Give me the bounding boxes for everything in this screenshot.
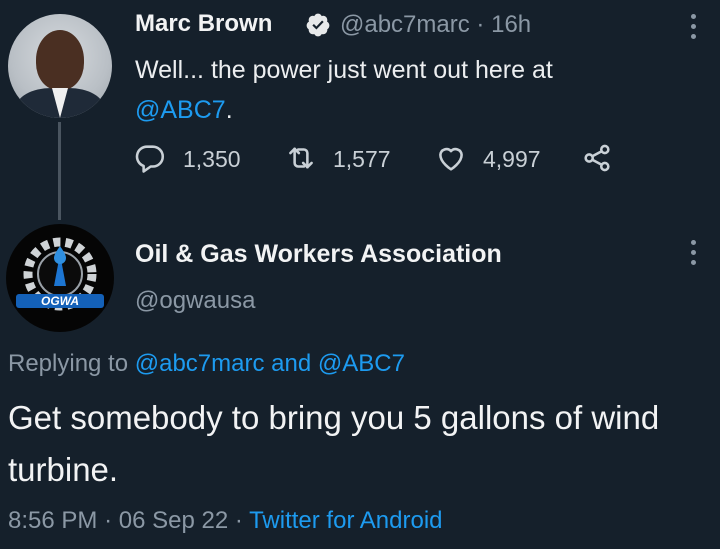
share-icon[interactable] bbox=[580, 141, 614, 175]
ogwa-logo-avatar[interactable]: OGWA bbox=[6, 224, 114, 332]
tweet-time[interactable]: 16h bbox=[491, 11, 531, 38]
thread-connector-line bbox=[58, 122, 61, 220]
more-options-icon[interactable] bbox=[684, 10, 704, 44]
reply-time[interactable]: 8:56 PM bbox=[8, 507, 97, 534]
source-app-link[interactable]: Twitter for Android bbox=[249, 507, 442, 534]
replying-and: and bbox=[271, 350, 312, 377]
tweet-text-body: Well... the power just went out here at bbox=[135, 56, 553, 84]
reply-text: Get somebody to bring you 5 gallons of w… bbox=[8, 399, 660, 488]
marc-brown-avatar[interactable] bbox=[8, 14, 112, 118]
reply-count: 1,350 bbox=[183, 146, 241, 172]
like-count: 4,997 bbox=[483, 146, 541, 172]
mention-link[interactable]: @ABC7 bbox=[135, 96, 226, 124]
retweet-icon[interactable] bbox=[284, 141, 318, 175]
separator-dot: · bbox=[234, 507, 243, 534]
tweet-text-end: . bbox=[225, 96, 233, 124]
separator-dot: · bbox=[104, 507, 113, 534]
heart-icon[interactable] bbox=[434, 141, 468, 175]
tweet-text: Well... the power just went out here at … bbox=[135, 50, 695, 130]
svg-text:OGWA: OGWA bbox=[41, 294, 79, 308]
tweet-author-name[interactable]: Marc Brown bbox=[135, 10, 272, 38]
author-handle[interactable]: @abc7marc bbox=[340, 11, 470, 38]
separator-dot: · bbox=[476, 11, 485, 38]
replying-user-link[interactable]: @abc7marc bbox=[135, 350, 265, 377]
reply-icon[interactable] bbox=[133, 141, 167, 175]
replying-label: Replying to bbox=[8, 350, 129, 377]
reply-timestamp-line: 8:56 PM · 06 Sep 22 · Twitter for Androi… bbox=[8, 507, 443, 535]
retweet-count: 1,577 bbox=[333, 146, 391, 172]
reply-date[interactable]: 06 Sep 22 bbox=[119, 507, 228, 534]
more-options-icon[interactable] bbox=[684, 236, 704, 270]
reply-author-handle[interactable]: @ogwausa bbox=[135, 287, 255, 315]
tweet-author-handle-time[interactable]: @abc7marc · 16h bbox=[340, 11, 531, 39]
reply-author-name[interactable]: Oil & Gas Workers Association bbox=[135, 240, 502, 269]
verified-badge-icon bbox=[306, 13, 330, 37]
replying-to-line: Replying to @abc7marc and @ABC7 bbox=[8, 350, 405, 378]
replying-user-link[interactable]: @ABC7 bbox=[318, 350, 405, 377]
